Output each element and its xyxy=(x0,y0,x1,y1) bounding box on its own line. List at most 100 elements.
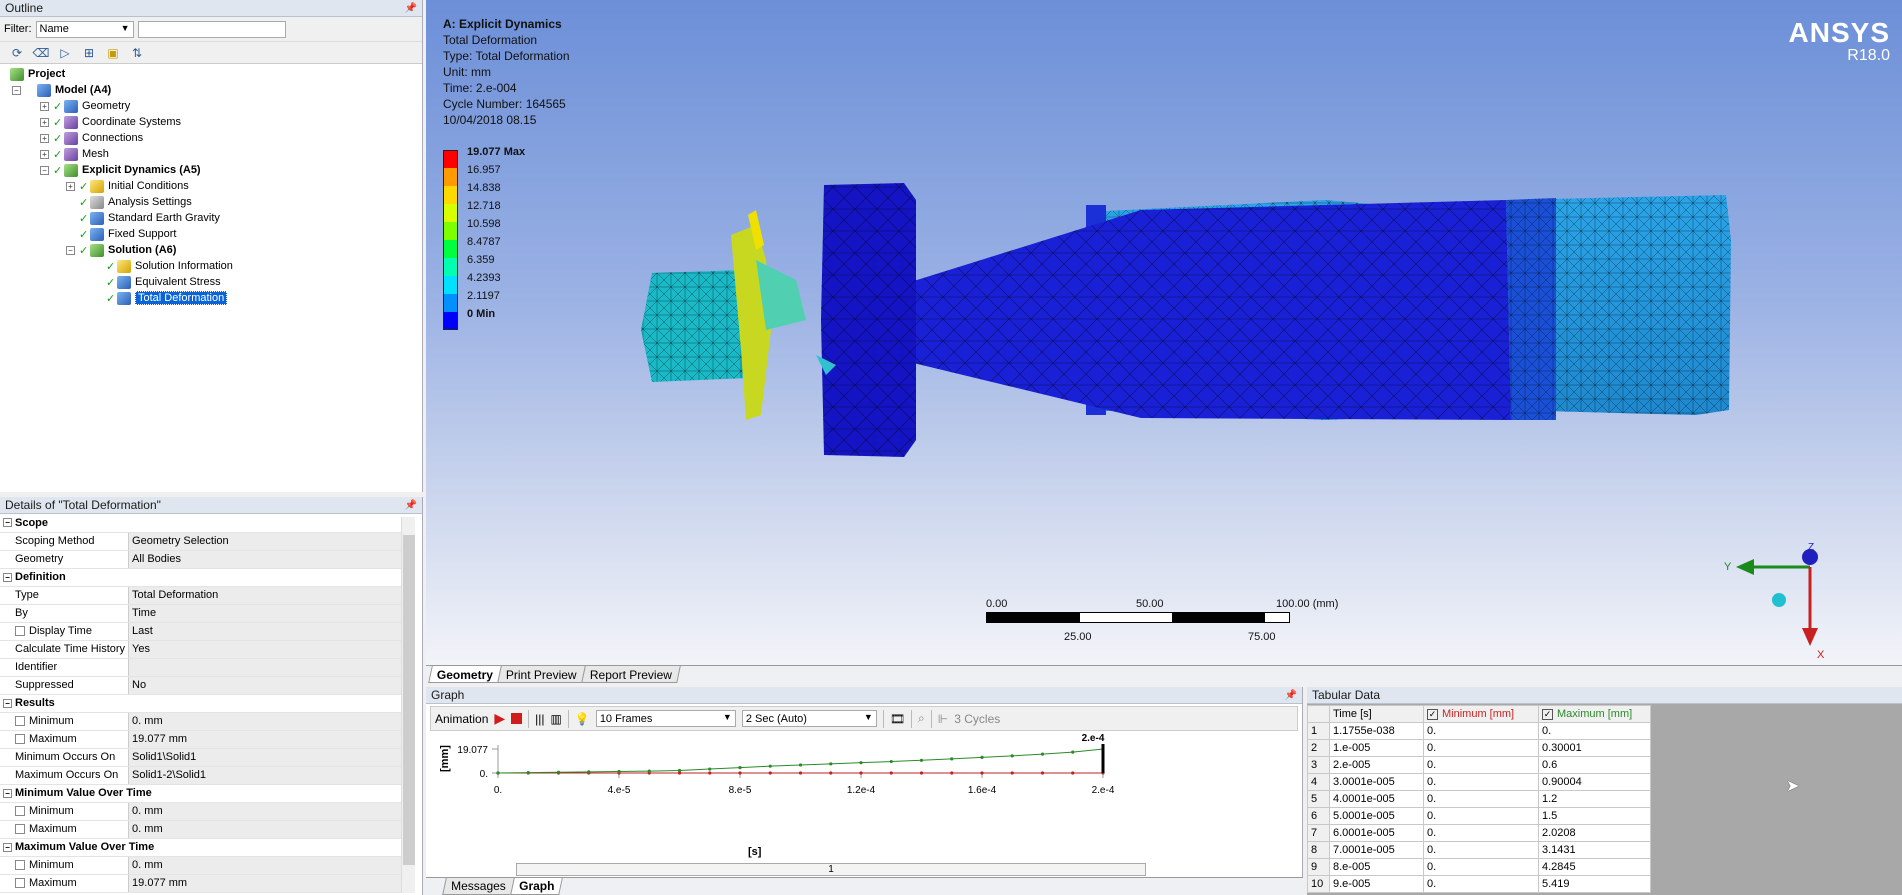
detail-value[interactable]: No xyxy=(128,676,402,695)
detail-row[interactable]: Minimum 0. mm xyxy=(0,802,402,821)
group-results[interactable]: − Results xyxy=(0,694,402,713)
detail-value[interactable]: Last xyxy=(128,622,402,641)
scrollbar-thumb[interactable] xyxy=(403,535,415,865)
detail-row[interactable]: Geometry All Bodies xyxy=(0,550,402,569)
axis-triad[interactable]: Y Z X xyxy=(1722,540,1842,661)
detail-row[interactable]: Type Total Deformation xyxy=(0,586,402,605)
detail-value[interactable]: Total Deformation xyxy=(128,586,402,605)
collapse-icon[interactable]: − xyxy=(3,698,12,708)
detail-row[interactable]: Display Time Last xyxy=(0,622,402,641)
play-icon[interactable]: ▶ xyxy=(494,710,505,727)
pin-icon[interactable]: 📌 xyxy=(1285,690,1297,701)
tab-print-preview[interactable]: Print Preview xyxy=(497,666,586,683)
detail-value[interactable]: All Bodies xyxy=(128,550,402,569)
expand-icon[interactable]: + xyxy=(40,133,49,143)
tree-item-analysis-settings[interactable]: ✓ Analysis Settings xyxy=(0,194,422,210)
graphics-viewport[interactable]: A: Explicit Dynamics Total Deformation T… xyxy=(426,0,1902,665)
stop-icon[interactable] xyxy=(511,713,523,724)
filter-search-input[interactable] xyxy=(137,20,286,38)
refresh-icon[interactable]: ⟳ xyxy=(8,44,26,61)
jump-icon[interactable]: ▷ xyxy=(56,44,74,61)
parameter-checkbox[interactable] xyxy=(15,824,25,835)
tree-item-initial-conditions[interactable]: + ✓ Initial Conditions xyxy=(0,178,422,194)
table-row[interactable]: 3 2.e-005 0. 0.6 xyxy=(1307,756,1651,774)
export-video-icon[interactable]: 🎞 xyxy=(890,712,905,726)
table-row[interactable]: 1 1.1755e-038 0. 0. xyxy=(1307,722,1651,740)
tree-item-connections[interactable]: + ✓ Connections xyxy=(0,130,422,146)
tree-item-total-deformation[interactable]: ✓ Total Deformation xyxy=(0,290,422,306)
detail-row[interactable]: Scoping Method Geometry Selection xyxy=(0,532,402,551)
detail-row[interactable]: Identifier xyxy=(0,658,402,677)
distributed-icon[interactable]: ||| xyxy=(535,712,544,726)
tab-graph[interactable]: Graph xyxy=(509,878,563,895)
details-scrollbar[interactable] xyxy=(401,517,415,893)
tree-item-coordinate-systems[interactable]: + ✓ Coordinate Systems xyxy=(0,114,422,130)
table-row[interactable]: 6 5.0001e-005 0. 1.5 xyxy=(1307,807,1651,825)
table-row[interactable]: 8 7.0001e-005 0. 3.1431 xyxy=(1307,841,1651,859)
group-scope[interactable]: − Scope xyxy=(0,514,402,533)
detail-row[interactable]: Suppressed No xyxy=(0,676,402,695)
group-max-over-time[interactable]: − Maximum Value Over Time xyxy=(0,838,402,857)
table-row[interactable]: 9 8.e-005 0. 4.2845 xyxy=(1307,858,1651,876)
parameter-checkbox[interactable] xyxy=(15,806,25,817)
clear-icon[interactable]: ⌫ xyxy=(32,44,50,61)
tree-item-standard-earth-gravity[interactable]: ✓ Standard Earth Gravity xyxy=(0,210,422,226)
detail-row[interactable]: Minimum Occurs On Solid1\Solid1 xyxy=(0,748,402,767)
detail-row[interactable]: By Time xyxy=(0,604,402,623)
tree-item-model[interactable]: − Model (A4) xyxy=(0,82,422,98)
expand-icon[interactable]: + xyxy=(66,181,75,191)
expand-all-icon[interactable]: ⊞ xyxy=(80,44,98,61)
table-row[interactable]: 5 4.0001e-005 0. 1.2 xyxy=(1307,790,1651,808)
tab-report-preview[interactable]: Report Preview xyxy=(580,666,681,683)
detail-row[interactable]: Maximum Occurs On Solid1-2\Solid1 xyxy=(0,766,402,785)
time-column-header[interactable]: Time [s] xyxy=(1329,705,1424,723)
parameter-checkbox[interactable] xyxy=(15,716,25,727)
check-icon[interactable]: ✓ xyxy=(1542,708,1553,720)
tree-item-fixed-support[interactable]: ✓ Fixed Support xyxy=(0,226,422,242)
expand-icon[interactable]: + xyxy=(40,149,49,159)
detail-value[interactable]: Yes xyxy=(128,640,402,659)
table-row[interactable]: 10 9.e-005 0. 5.419 xyxy=(1307,875,1651,893)
collapse-icon[interactable]: − xyxy=(66,245,75,255)
expand-icon[interactable]: + xyxy=(40,101,49,111)
detail-value[interactable]: Time xyxy=(128,604,402,623)
pin-icon[interactable]: 📌 xyxy=(405,3,417,14)
collapse-icon[interactable]: − xyxy=(12,85,21,95)
collapse-icon[interactable]: − xyxy=(3,842,12,852)
time-slider[interactable]: 1 xyxy=(516,863,1146,876)
speed-select[interactable]: 2 Sec (Auto) ▼ xyxy=(741,710,877,727)
detail-value[interactable]: Geometry Selection xyxy=(128,532,402,551)
tree-item-equivalent-stress[interactable]: ✓ Equivalent Stress xyxy=(0,274,422,290)
collapse-icon[interactable]: − xyxy=(40,165,49,175)
lightbulb-icon[interactable]: 💡 xyxy=(575,712,590,726)
detail-value[interactable] xyxy=(128,658,402,677)
collapse-icon[interactable]: − xyxy=(3,518,12,528)
detail-row[interactable]: Maximum 19.077 mm xyxy=(0,730,402,749)
tree-item-geometry[interactable]: + ✓ Geometry xyxy=(0,98,422,114)
tab-geometry[interactable]: Geometry xyxy=(428,666,502,683)
pin-icon[interactable]: 📌 xyxy=(405,500,417,511)
detail-row[interactable]: Minimum 0. mm xyxy=(0,712,402,731)
zoom-fit-icon[interactable]: ⌕ xyxy=(918,711,925,726)
minimum-column-header[interactable]: ✓ Minimum [mm] xyxy=(1423,705,1539,723)
tree-item-solution-information[interactable]: ✓ Solution Information xyxy=(0,258,422,274)
group-definition[interactable]: − Definition xyxy=(0,568,402,587)
display-time-checkbox[interactable] xyxy=(15,626,25,637)
folder-icon[interactable]: ▣ xyxy=(104,44,122,61)
collapse-icon[interactable]: − xyxy=(3,788,12,798)
tree-item-mesh[interactable]: + ✓ Mesh xyxy=(0,146,422,162)
maximum-column-header[interactable]: ✓ Maximum [mm] xyxy=(1538,705,1651,723)
detail-row[interactable]: Maximum 19.077 mm xyxy=(0,874,402,893)
detail-row[interactable]: Maximum 0. mm xyxy=(0,820,402,839)
table-row[interactable]: 2 1.e-005 0. 0.30001 xyxy=(1307,739,1651,757)
tree-item-solution[interactable]: − ✓ Solution (A6) xyxy=(0,242,422,258)
group-min-over-time[interactable]: − Minimum Value Over Time xyxy=(0,784,402,803)
expand-icon[interactable]: + xyxy=(40,117,49,127)
check-icon[interactable]: ✓ xyxy=(1427,708,1438,720)
detail-row[interactable]: Calculate Time History Yes xyxy=(0,640,402,659)
sort-icon[interactable]: ⇅ xyxy=(128,44,146,61)
result-data-icon[interactable]: ▥ xyxy=(551,712,562,726)
tab-messages[interactable]: Messages xyxy=(442,878,515,895)
filter-type-select[interactable]: Name ▼ xyxy=(35,20,134,38)
tree-item-explicit-dynamics[interactable]: − ✓ Explicit Dynamics (A5) xyxy=(0,162,422,178)
